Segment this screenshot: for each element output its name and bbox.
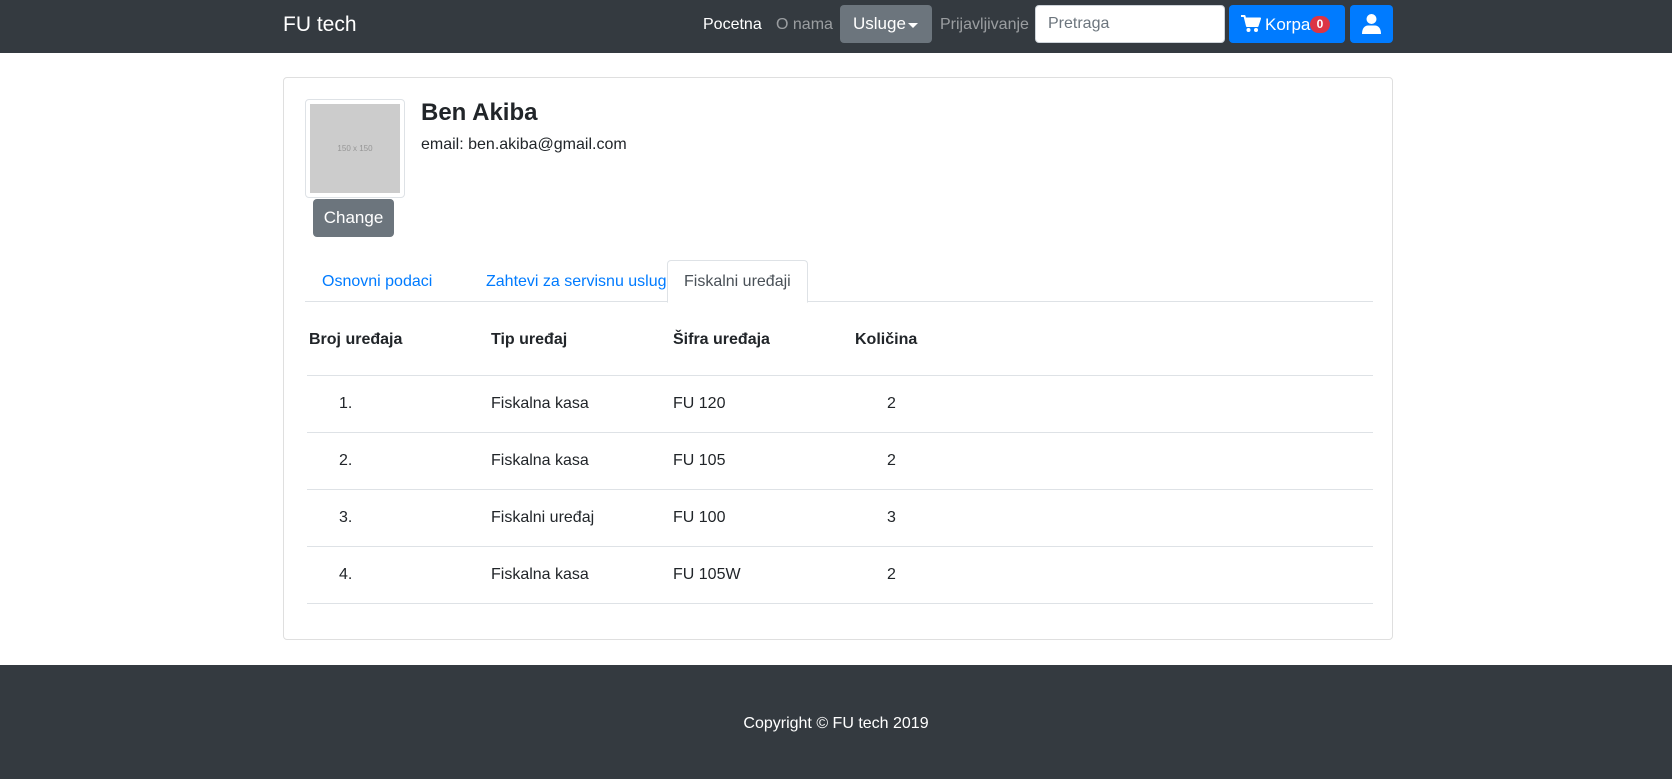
table-header-sifra: Šifra uređaja <box>673 331 770 348</box>
table-header-tip: Tip uređaj <box>491 331 568 348</box>
table-cell-code: FU 100 <box>673 509 726 526</box>
table-cell-qty: 2 <box>887 452 896 469</box>
nav-link-o-nama[interactable]: O nama <box>776 16 833 34</box>
copyright-text: Copyright © FU tech 2019 <box>743 715 929 732</box>
tab-osnovni-podaci[interactable]: Osnovni podaci <box>322 260 432 303</box>
nav-link-pocetna[interactable]: Pocetna <box>703 16 762 34</box>
table-cell-code: FU 105W <box>673 566 741 583</box>
table-cell-type: Fiskalna kasa <box>491 395 589 412</box>
table-row-divider <box>307 603 1373 604</box>
table-row-divider <box>307 489 1373 490</box>
table-header-broj: Broj uređaja <box>309 331 403 348</box>
table-cell-type: Fiskalna kasa <box>491 452 589 469</box>
profile-card: 150 x 150 Change Ben Akiba email: ben.ak… <box>283 77 1393 640</box>
table-row-divider <box>307 432 1373 433</box>
table-cell-type: Fiskalna kasa <box>491 566 589 583</box>
tab-zahtevi-za-servisnu-uslugu[interactable]: Zahtevi za servisnu uslugu <box>486 260 675 303</box>
avatar-placeholder-image: 150 x 150 <box>310 104 400 193</box>
usluge-dropdown-button[interactable]: Usluge <box>840 5 932 43</box>
table-cell-num: 3. <box>339 509 353 526</box>
avatar: 150 x 150 <box>305 99 405 198</box>
top-navbar: FU tech Pocetna O nama Usluge Prijavljiv… <box>0 0 1672 53</box>
table-cell-num: 4. <box>339 566 353 583</box>
table-cell-code: FU 120 <box>673 395 726 412</box>
shopping-cart-icon <box>1241 15 1261 38</box>
table-cell-qty: 2 <box>887 395 896 412</box>
table-cell-num: 2. <box>339 452 353 469</box>
table-row-divider <box>307 546 1373 547</box>
footer: Copyright © FU tech 2019 <box>0 665 1672 779</box>
table-cell-type: Fiskalni uređaj <box>491 509 595 526</box>
tab-fiskalni-uredjaji[interactable]: Fiskalni uređaji <box>667 260 808 303</box>
profile-name: Ben Akiba <box>421 99 538 126</box>
user-account-button[interactable] <box>1350 5 1393 43</box>
table-header-divider <box>307 375 1373 376</box>
user-icon <box>1362 14 1381 39</box>
profile-email: email: ben.akiba@gmail.com <box>421 136 627 153</box>
cart-label: Korpa <box>1265 15 1311 34</box>
table-cell-num: 1. <box>339 395 353 412</box>
usluge-dropdown-label: Usluge <box>853 14 906 33</box>
table-cell-qty: 3 <box>887 509 896 526</box>
caret-down-icon <box>908 23 918 28</box>
profile-tabs: Osnovni podaci Zahtevi za servisnu uslug… <box>305 260 1373 303</box>
nav-link-prijavljivanje[interactable]: Prijavljivanje <box>940 16 1029 34</box>
brand-link[interactable]: FU tech <box>283 13 357 37</box>
cart-count-badge: 0 <box>1310 16 1330 33</box>
search-input[interactable] <box>1035 5 1225 43</box>
table-cell-qty: 2 <box>887 566 896 583</box>
cart-button[interactable]: Korpa 0 <box>1229 5 1345 43</box>
table-cell-code: FU 105 <box>673 452 726 469</box>
change-avatar-button[interactable]: Change <box>313 199 394 237</box>
table-header-kolicina: Količina <box>855 331 918 348</box>
